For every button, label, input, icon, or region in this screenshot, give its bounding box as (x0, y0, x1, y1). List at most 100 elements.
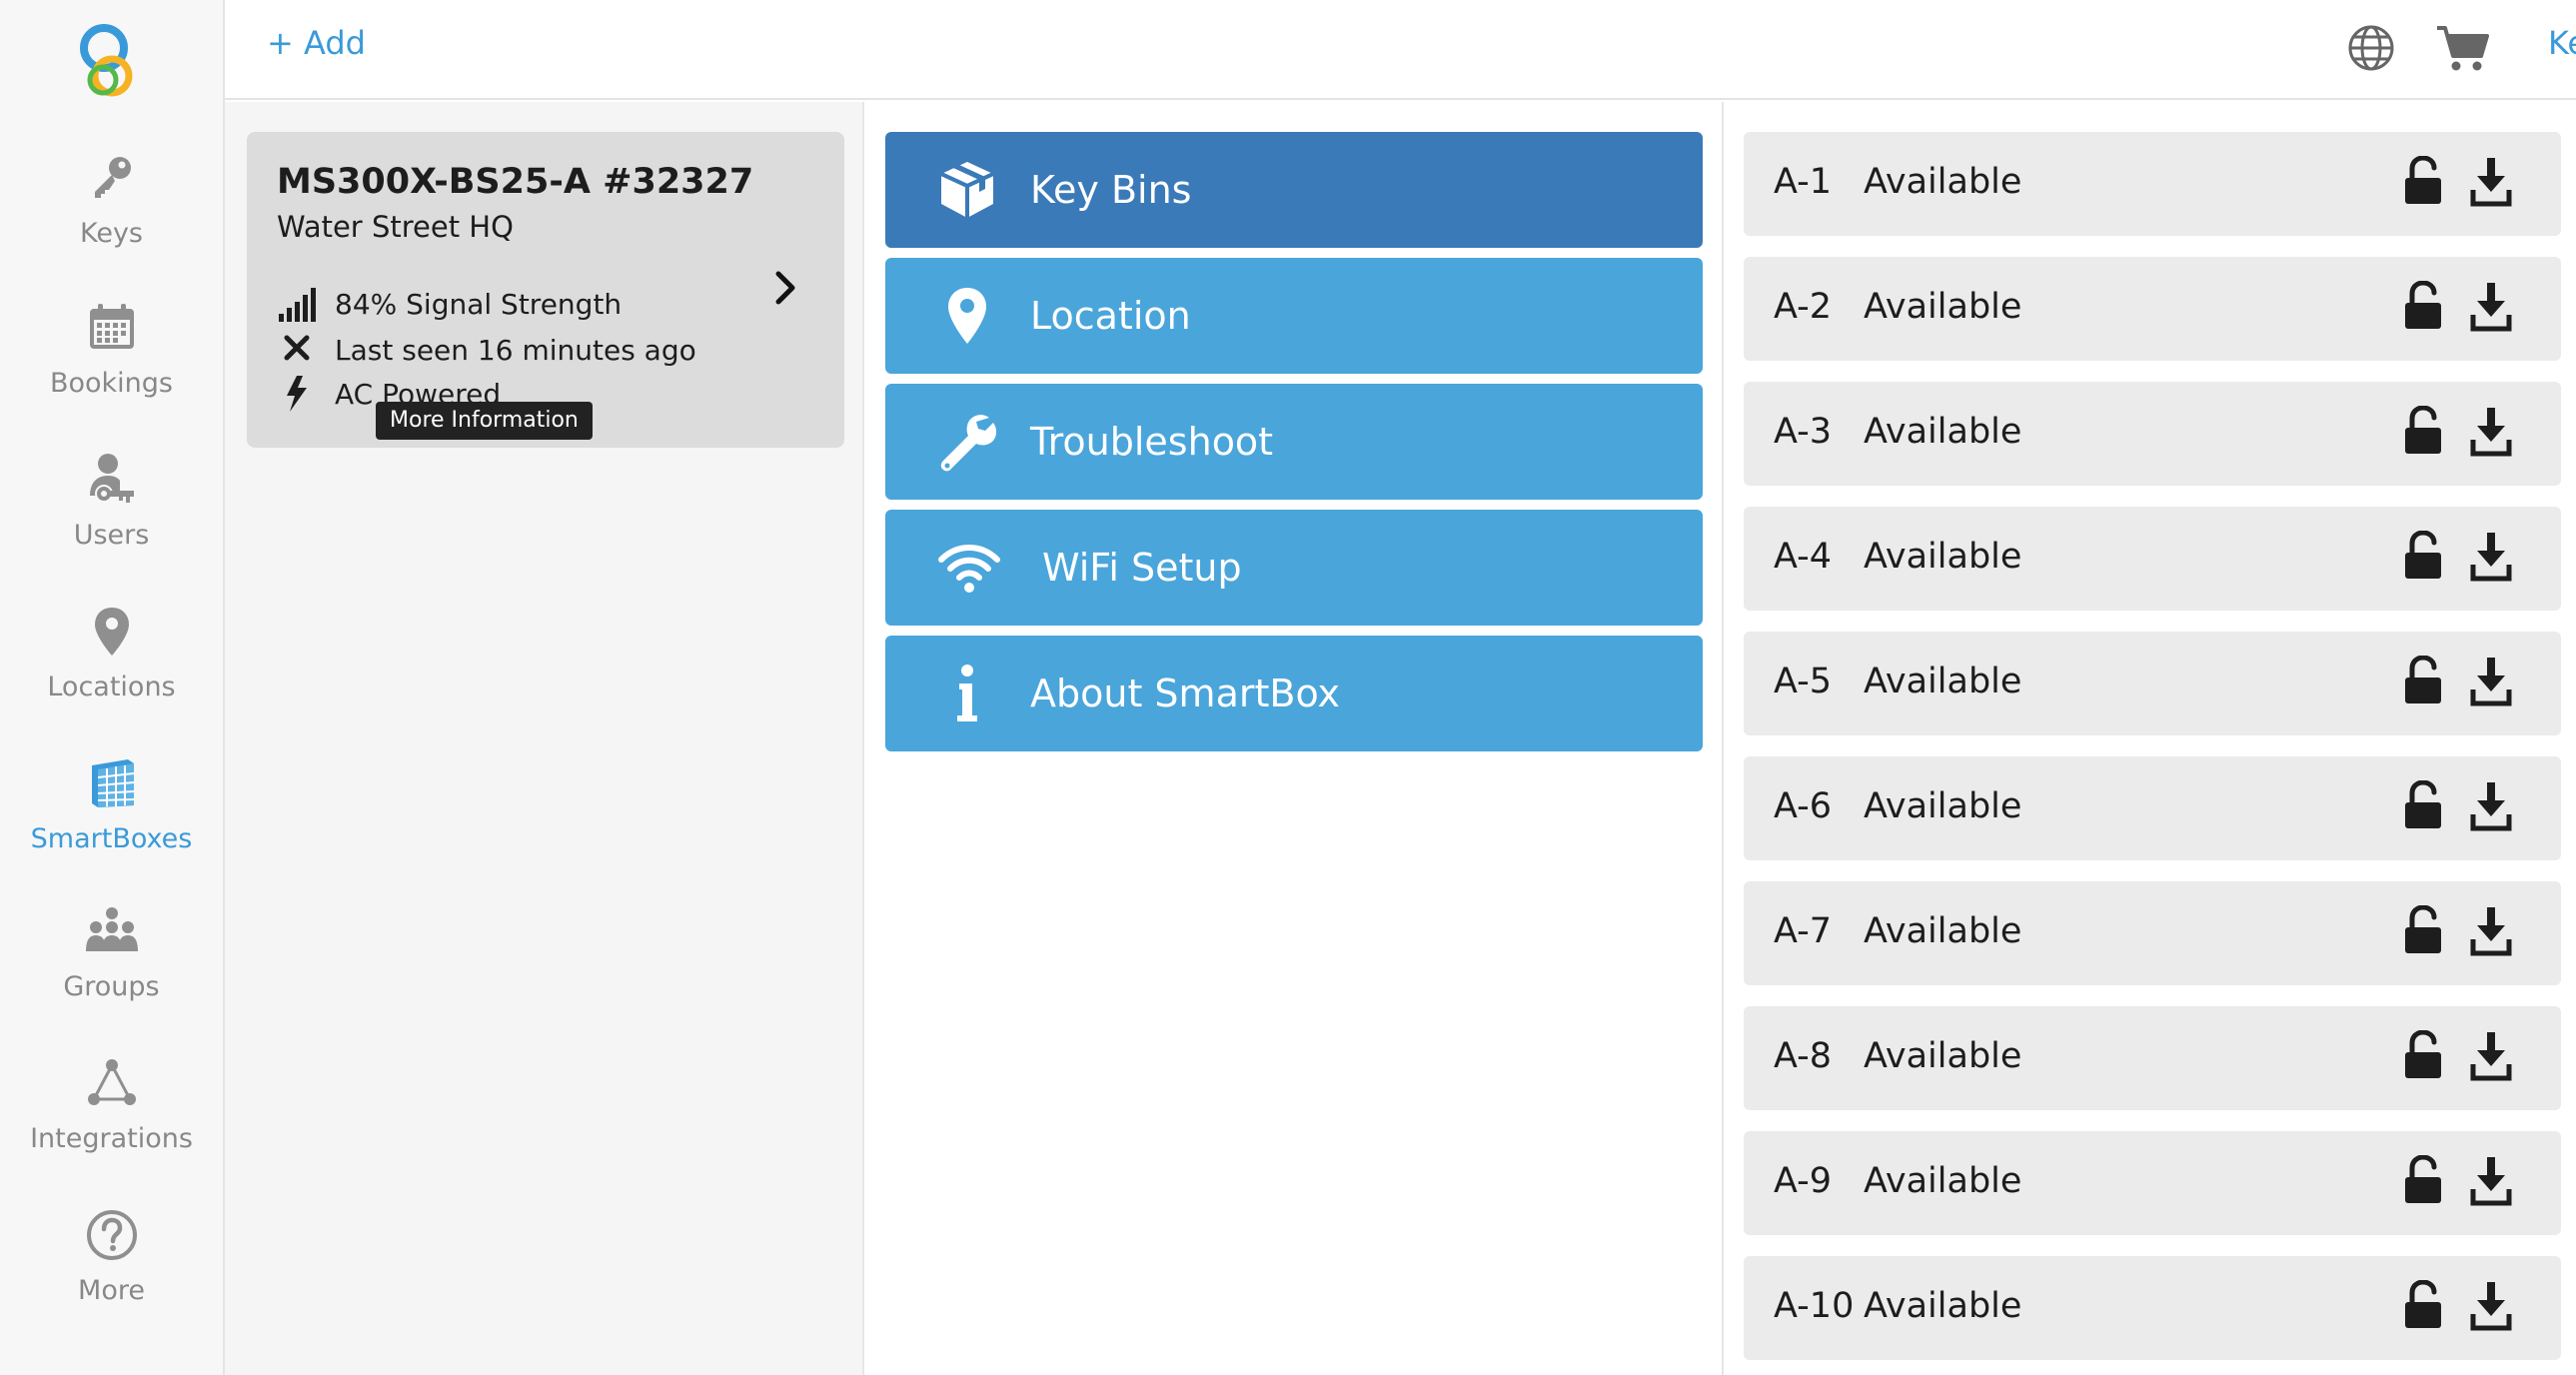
sidebar-item-bookings[interactable]: Bookings (0, 300, 223, 420)
device-menu-panel: Key Bins Location Troubleshoot WiFi Setu… (864, 102, 1724, 1375)
sidebar-item-label: SmartBoxes (30, 823, 193, 854)
sidebar-item-more[interactable]: More (0, 1207, 223, 1327)
menu-troubleshoot-button[interactable]: Troubleshoot (885, 384, 1703, 500)
menu-item-label: About SmartBox (1030, 672, 1341, 715)
key-bin-row[interactable]: A-3 Available (1744, 382, 2561, 486)
last-seen-stat: Last seen 16 minutes ago (277, 330, 696, 370)
key-bin-status: Available (1864, 786, 2022, 826)
user-key-icon (89, 454, 134, 503)
unlock-icon[interactable] (2401, 1279, 2445, 1332)
download-icon[interactable] (2469, 780, 2513, 832)
key-bin-row[interactable]: A-10 Available (1744, 1256, 2561, 1360)
key-bin-id: A-3 (1774, 412, 1833, 452)
download-icon[interactable] (2469, 905, 2513, 957)
menu-item-label: Location (1030, 294, 1191, 338)
close-icon (284, 335, 310, 361)
top-bar: + Add Ke (225, 0, 2576, 100)
key-bin-row[interactable]: A-2 Available (1744, 257, 2561, 361)
unlock-icon[interactable] (2401, 904, 2445, 957)
download-icon[interactable] (2469, 281, 2513, 333)
sidebar-item-label: Groups (63, 971, 160, 1002)
key-bin-id: A-8 (1774, 1036, 1833, 1076)
key-bin-id: A-2 (1774, 287, 1833, 327)
unlock-icon[interactable] (2401, 779, 2445, 832)
sidebar-item-label: Keys (79, 218, 144, 249)
sidebar-item-locations[interactable]: Locations (0, 604, 223, 723)
sidebar-item-smartboxes[interactable]: SmartBoxes (0, 755, 223, 875)
unlock-icon[interactable] (2401, 280, 2445, 333)
key-bin-id: A-6 (1774, 786, 1833, 826)
device-card[interactable]: MS300X-BS25-A #32327 Water Street HQ 84%… (247, 132, 844, 448)
info-icon (957, 665, 977, 721)
key-bin-status: Available (1864, 1161, 2022, 1201)
download-icon[interactable] (2469, 1155, 2513, 1207)
unlock-icon[interactable] (2401, 155, 2445, 208)
sidebar-item-integrations[interactable]: Integrations (0, 1055, 223, 1175)
sidebar-item-label: Integrations (30, 1123, 193, 1154)
key-bin-status: Available (1864, 287, 2022, 327)
last-seen-text: Last seen 16 minutes ago (335, 333, 696, 367)
signal-stat: 84% Signal Strength (277, 284, 622, 324)
wifi-icon (938, 545, 1000, 593)
key-bin-row[interactable]: A-4 Available (1744, 507, 2561, 611)
download-icon[interactable] (2469, 656, 2513, 707)
sidebar-item-keys[interactable]: Keys (0, 150, 223, 270)
key-bin-id: A-10 (1774, 1286, 1855, 1326)
key-bin-id: A-1 (1774, 162, 1833, 202)
sidebar-item-label: Locations (47, 672, 176, 702)
key-bin-row[interactable]: A-6 Available (1744, 756, 2561, 860)
download-icon[interactable] (2469, 1030, 2513, 1082)
user-menu-link[interactable]: Ke (2548, 24, 2576, 62)
signal-strength-icon (279, 288, 316, 322)
menu-about-smartbox-button[interactable]: About SmartBox (885, 636, 1703, 751)
key-bin-status: Available (1864, 162, 2022, 202)
menu-location-button[interactable]: Location (885, 258, 1703, 374)
key-bin-status: Available (1864, 911, 2022, 951)
unlock-icon[interactable] (2401, 405, 2445, 458)
menu-item-label: WiFi Setup (1042, 546, 1242, 590)
more-information-tooltip: More Information (376, 402, 593, 440)
key-bin-row[interactable]: A-9 Available (1744, 1131, 2561, 1235)
signal-text: 84% Signal Strength (335, 287, 623, 321)
menu-item-label: Troubleshoot (1030, 420, 1274, 464)
cart-icon[interactable] (2435, 20, 2491, 76)
unlock-icon[interactable] (2401, 1029, 2445, 1082)
key-bin-id: A-4 (1774, 537, 1833, 577)
key-bin-id: A-9 (1774, 1161, 1833, 1201)
download-icon[interactable] (2469, 156, 2513, 208)
download-icon[interactable] (2469, 406, 2513, 458)
question-icon (86, 1210, 137, 1260)
lightning-icon (287, 376, 307, 412)
key-bin-row[interactable]: A-5 Available (1744, 632, 2561, 735)
globe-icon[interactable] (2345, 22, 2397, 74)
wrench-icon (940, 415, 997, 472)
key-bin-status: Available (1864, 537, 2022, 577)
menu-item-label: Key Bins (1030, 168, 1192, 212)
menu-wifi-setup-button[interactable]: WiFi Setup (885, 510, 1703, 626)
device-list-panel: MS300X-BS25-A #32327 Water Street HQ 84%… (225, 102, 864, 1375)
sidebar-item-users[interactable]: Users (0, 452, 223, 572)
app-logo[interactable] (70, 20, 150, 106)
key-bin-status: Available (1864, 1036, 2022, 1076)
key-bins-panel: A-1 Available A-2 Available A-3 Available A-4 A… (1724, 102, 2576, 1375)
sidebar-item-label: Users (73, 520, 150, 551)
key-bin-id: A-7 (1774, 911, 1833, 951)
key-bin-status: Available (1864, 412, 2022, 452)
device-name: MS300X-BS25-A #32327 (277, 162, 754, 202)
sidebar-item-groups[interactable]: Groups (0, 903, 223, 1023)
key-bin-row[interactable]: A-8 Available (1744, 1006, 2561, 1110)
key-bin-status: Available (1864, 1286, 2022, 1326)
unlock-icon[interactable] (2401, 530, 2445, 583)
menu-key-bins-button[interactable]: Key Bins (885, 132, 1703, 248)
key-bin-row[interactable]: A-7 Available (1744, 881, 2561, 985)
smartbox-icon (91, 759, 134, 807)
add-button[interactable]: + Add (267, 24, 366, 62)
sidebar-item-label: More (78, 1275, 145, 1306)
chevron-right-icon[interactable] (766, 262, 806, 314)
unlock-icon[interactable] (2401, 1154, 2445, 1207)
download-icon[interactable] (2469, 531, 2513, 583)
unlock-icon[interactable] (2401, 655, 2445, 707)
download-icon[interactable] (2469, 1280, 2513, 1332)
calendar-icon (89, 304, 134, 349)
key-bin-row[interactable]: A-1 Available (1744, 132, 2561, 236)
